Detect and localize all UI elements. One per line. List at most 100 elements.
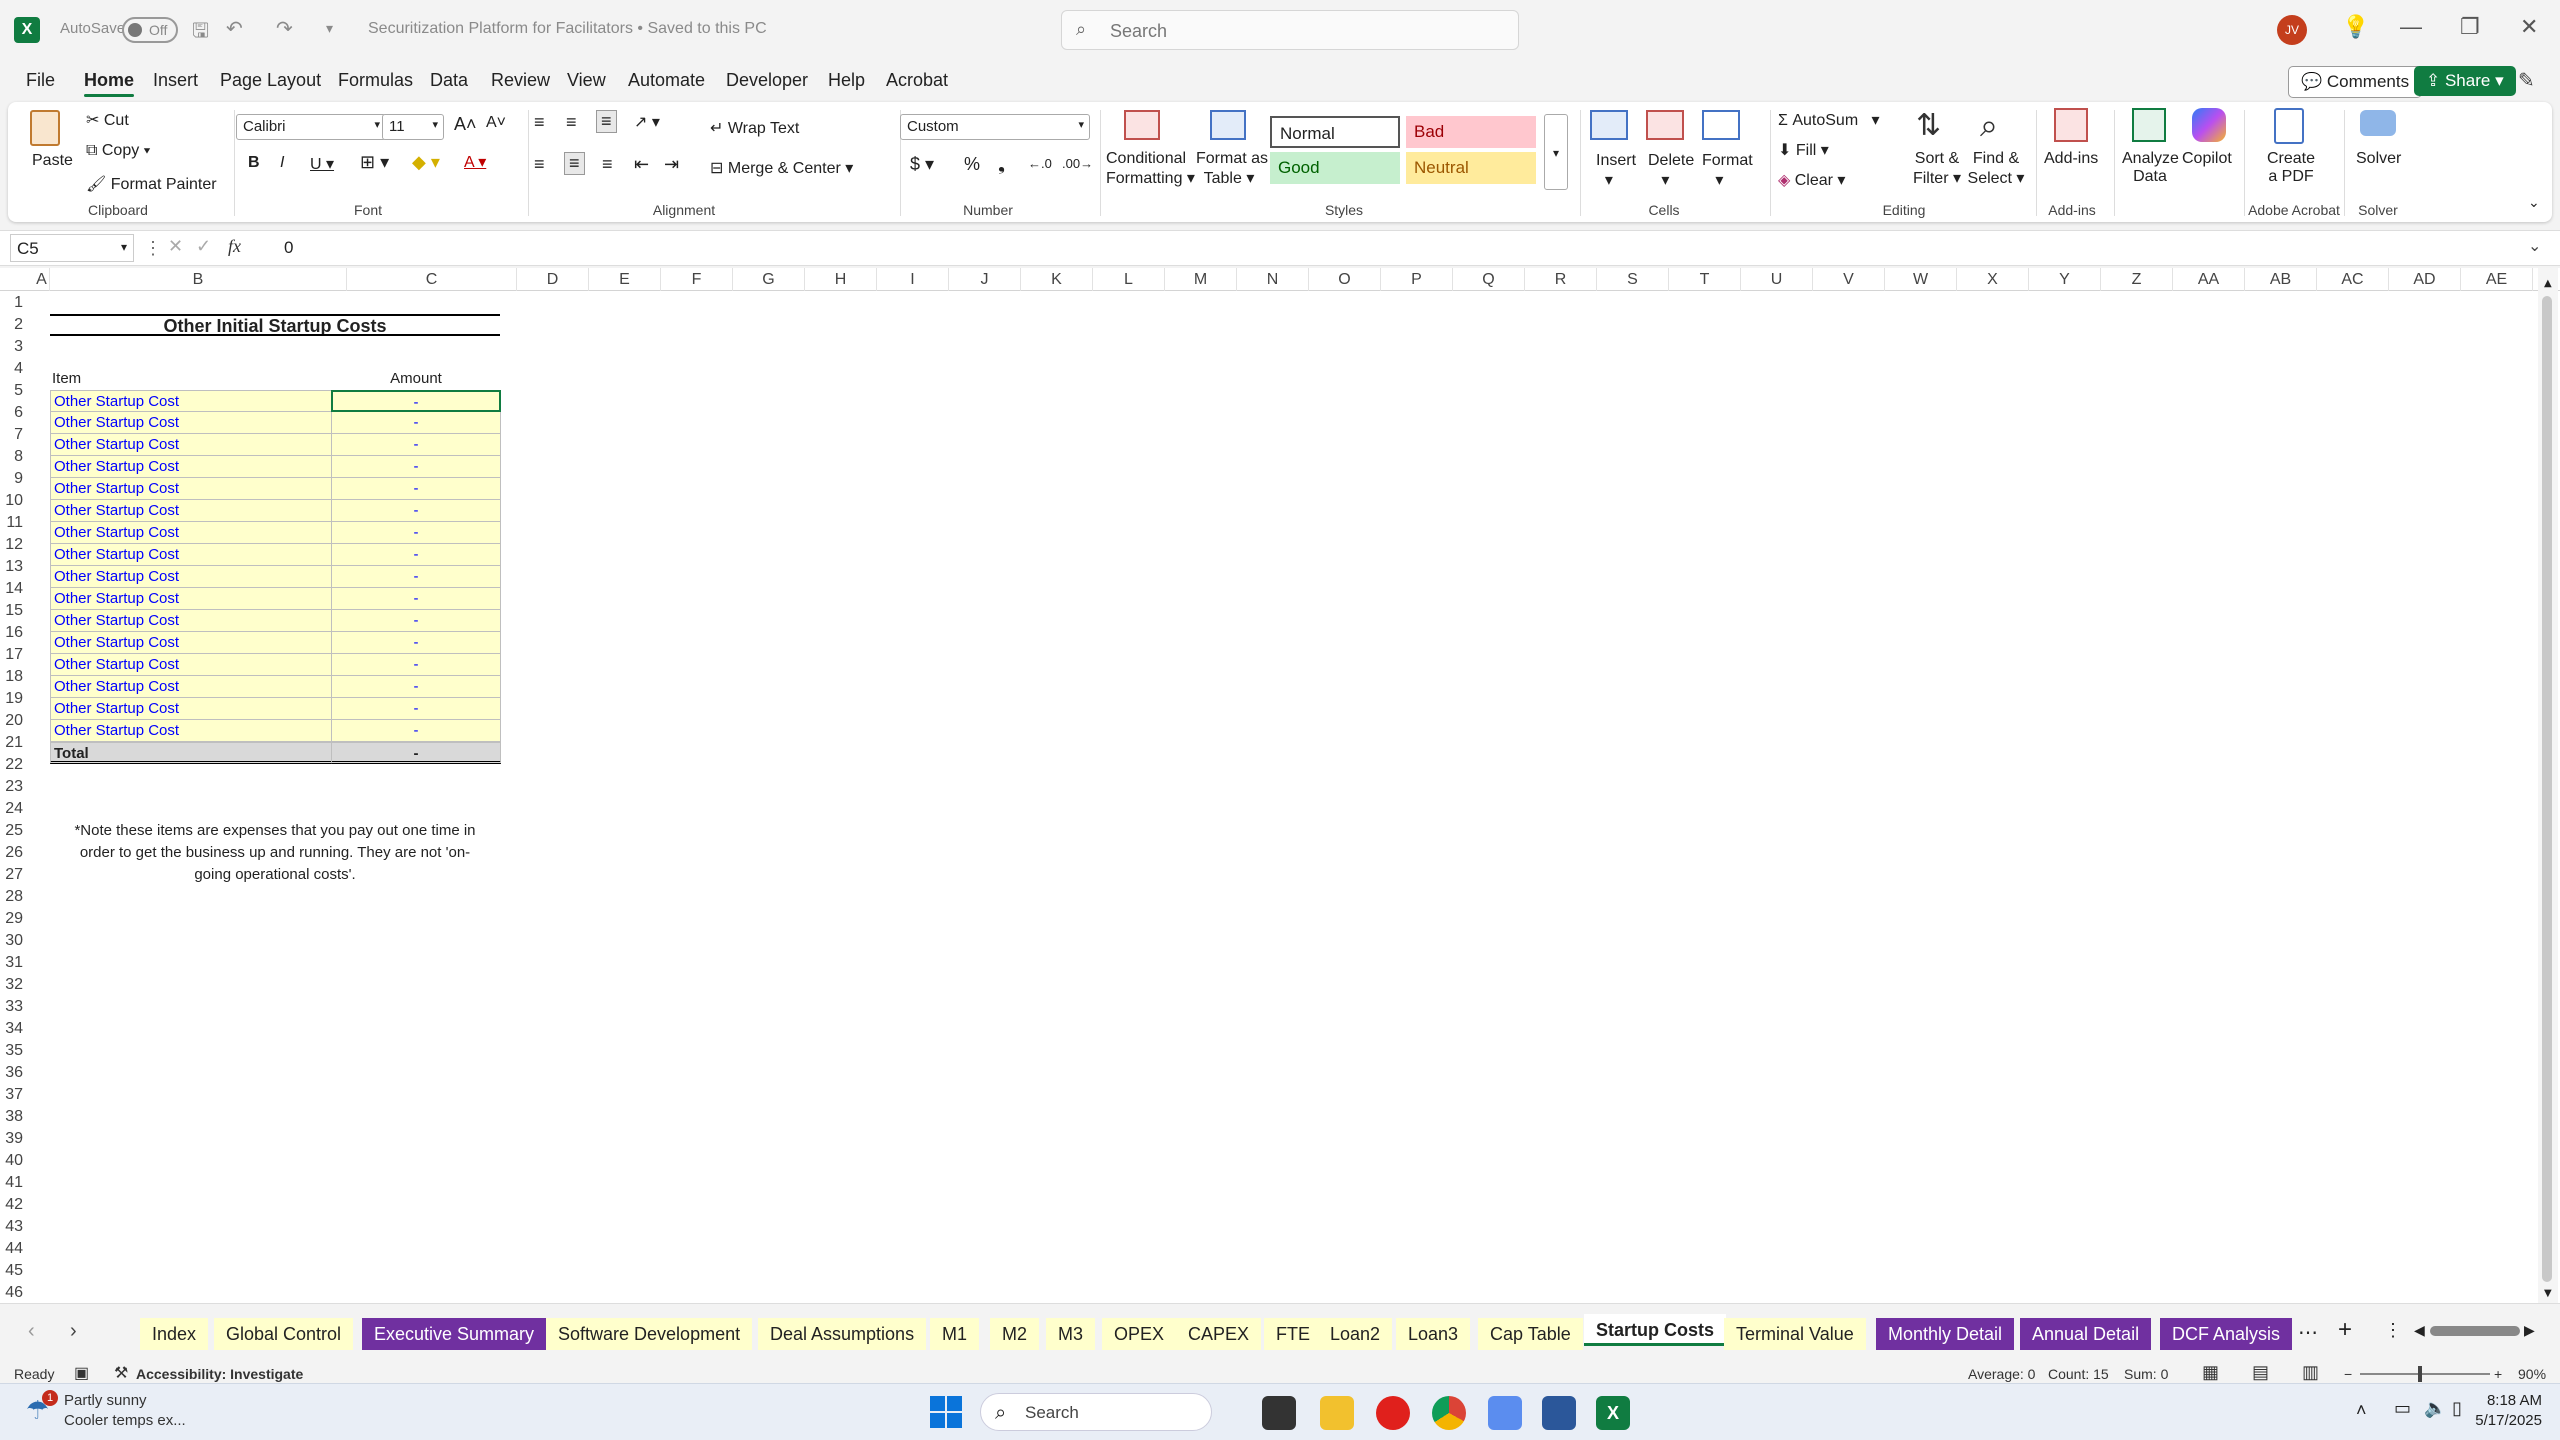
item-cell[interactable]: Other Startup Cost [50, 676, 332, 698]
increase-font-icon[interactable]: A˄ [454, 114, 477, 135]
delete-button[interactable]: Delete ▾ [1648, 152, 1694, 190]
comments-button[interactable]: 💬 Comments [2288, 66, 2423, 98]
amount-cell[interactable]: - [331, 632, 501, 654]
amount-cell[interactable]: - [331, 654, 501, 676]
item-cell[interactable]: Other Startup Cost [50, 588, 332, 610]
tab-view[interactable]: View [567, 70, 606, 91]
network-icon[interactable]: ▭ [2394, 1398, 2411, 1419]
scroll-right-icon[interactable]: ▶ [2524, 1322, 2535, 1339]
tab-page-layout[interactable]: Page Layout [220, 70, 321, 91]
format-cells-icon[interactable] [1702, 110, 1740, 140]
lightbulb-icon[interactable]: 💡 [2342, 14, 2369, 40]
macro-record-icon[interactable]: ▣ [74, 1363, 89, 1383]
sheet-tab[interactable]: Cap Table [1478, 1318, 1583, 1350]
sheet-tab[interactable]: M3 [1046, 1318, 1096, 1350]
accessibility-icon[interactable]: ⚒ [114, 1363, 128, 1383]
currency-icon[interactable]: $ ▾ [910, 154, 934, 175]
status-count[interactable]: Count: 15 [2048, 1366, 2109, 1382]
amount-cell[interactable]: - [331, 720, 501, 742]
total-label[interactable]: Total [50, 742, 332, 764]
sort-filter-button[interactable]: Sort & Filter ▾ [1912, 150, 1962, 188]
decrease-font-icon[interactable]: A˅ [486, 114, 506, 132]
weather-detail[interactable]: Cooler temps ex... [64, 1412, 186, 1429]
amount-cell[interactable]: - [331, 478, 501, 500]
autosave-toggle[interactable]: Off [122, 17, 178, 43]
amount-cell[interactable]: - [331, 456, 501, 478]
vertical-scrollbar[interactable]: ▲ ▼ [2538, 268, 2558, 1303]
solver-icon[interactable] [2360, 110, 2396, 136]
sheet-tab[interactable]: Index [140, 1318, 209, 1350]
decrease-decimal-icon[interactable]: .00→ [1062, 156, 1093, 171]
cut-button[interactable]: ✂ Cut [86, 110, 129, 130]
create-pdf-button[interactable]: Create a PDF [2264, 150, 2318, 186]
item-cell[interactable]: Other Startup Cost [50, 566, 332, 588]
item-cell[interactable]: Other Startup Cost [50, 456, 332, 478]
italic-icon[interactable]: I [280, 154, 284, 172]
clear-button[interactable]: ◈ Clear ▾ [1778, 170, 1845, 190]
find-select-button[interactable]: Find & Select ▾ [1966, 150, 2026, 188]
undo-icon[interactable]: ↶ [226, 16, 243, 41]
tab-automate[interactable]: Automate [628, 70, 705, 91]
next-sheet-icon[interactable]: › [70, 1320, 77, 1343]
item-cell[interactable]: Other Startup Cost [50, 544, 332, 566]
item-cell[interactable]: Other Startup Cost [50, 720, 332, 742]
tab-help[interactable]: Help [828, 70, 865, 91]
worksheet-grid[interactable]: A B C D E F G H I J K L M N O P Q R S T U V W X Y Z AA AB AC AD AE 123… [0, 268, 2560, 1303]
insert-cells-icon[interactable] [1590, 110, 1628, 140]
delete-cells-icon[interactable] [1646, 110, 1684, 140]
font-size-select[interactable]: 11 ▾ [382, 114, 444, 140]
format-as-table-button[interactable]: Format as Table ▾ [1196, 150, 1268, 188]
notepad-icon[interactable] [1542, 1396, 1576, 1430]
search-box[interactable]: ⌕ Search [1061, 10, 1519, 50]
item-cell[interactable]: Other Startup Cost [50, 698, 332, 720]
format-as-table-icon[interactable] [1210, 110, 1246, 140]
file-explorer-icon[interactable] [1320, 1396, 1354, 1430]
font-color-icon[interactable]: A ▾ [464, 152, 486, 172]
sheet-tab[interactable]: Software Development [546, 1318, 753, 1350]
document-title[interactable]: Securitization Platform for Facilitators… [368, 20, 767, 38]
tab-developer[interactable]: Developer [726, 70, 808, 91]
orientation-icon[interactable]: ↗ ▾ [634, 112, 660, 132]
clock-time[interactable]: 8:18 AM [2462, 1392, 2542, 1409]
sheet-tab[interactable]: Monthly Detail [1876, 1318, 2015, 1350]
fill-color-icon[interactable]: ◆ ▾ [412, 152, 440, 173]
sheet-tab[interactable]: OPEX [1102, 1318, 1177, 1350]
merge-center-button[interactable]: ⊟ Merge & Center ▾ [710, 158, 853, 178]
sort-filter-icon[interactable]: ⇅ [1916, 108, 1941, 143]
item-cell[interactable]: Other Startup Cost [50, 478, 332, 500]
redo-icon[interactable]: ↷ [276, 16, 293, 41]
opera-icon[interactable] [1376, 1396, 1410, 1430]
borders-icon[interactable]: ⊞ ▾ [360, 152, 389, 173]
weather-condition[interactable]: Partly sunny [64, 1392, 147, 1409]
copilot-icon[interactable] [2192, 108, 2226, 142]
style-bad[interactable]: Bad [1406, 116, 1536, 148]
tab-file[interactable]: File [26, 70, 55, 91]
amount-cell[interactable]: - [331, 412, 501, 434]
tab-home[interactable]: Home [84, 70, 135, 97]
amount-cell[interactable]: - [331, 588, 501, 610]
amount-cell[interactable]: - [331, 544, 501, 566]
snipping-tool-icon[interactable] [1488, 1396, 1522, 1430]
font-name-select[interactable]: Calibri ▾ [236, 114, 386, 140]
percent-icon[interactable]: % [964, 154, 980, 175]
tab-review[interactable]: Review [491, 70, 550, 91]
formula-input[interactable]: 0 [284, 238, 293, 258]
copy-button[interactable]: ⧉ Copy ▾ [86, 142, 150, 160]
item-cell[interactable]: Other Startup Cost [50, 412, 332, 434]
close-icon[interactable]: ✕ [2520, 14, 2538, 40]
minimize-icon[interactable]: — [2400, 14, 2422, 40]
page-break-view-icon[interactable]: ▥ [2302, 1362, 2319, 1383]
amount-cell[interactable]: - [331, 610, 501, 632]
user-avatar[interactable]: JV [2277, 15, 2307, 45]
more-icon[interactable]: ⋮ [144, 238, 162, 259]
collapse-ribbon-icon[interactable]: ⌄ [2528, 194, 2540, 211]
start-icon[interactable] [930, 1396, 962, 1428]
sheet-tab[interactable]: Deal Assumptions [758, 1318, 927, 1350]
name-box[interactable]: C5 ▾ [10, 234, 134, 262]
sheet-options-icon[interactable]: ⋮ [2384, 1320, 2402, 1341]
amount-cell[interactable]: - [331, 500, 501, 522]
sheet-tab[interactable]: Executive Summary [362, 1318, 547, 1350]
align-left-icon[interactable]: ≡ [534, 154, 545, 175]
copilot-pane-icon[interactable]: ✎ [2518, 68, 2535, 92]
copilot-button[interactable]: Copilot [2182, 150, 2232, 168]
